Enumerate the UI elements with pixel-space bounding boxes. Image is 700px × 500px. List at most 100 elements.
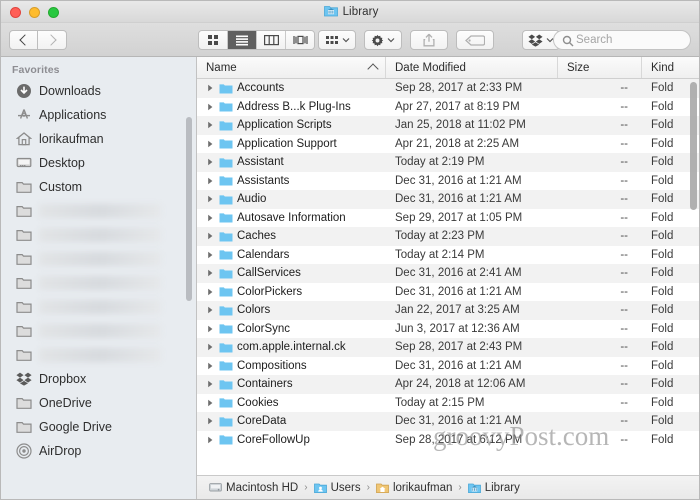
file-name-label: Autosave Information [237, 211, 346, 224]
table-row[interactable]: Containers Apr 24, 2018 at 12:06 AM -- Fold [197, 375, 699, 394]
table-row[interactable]: Assistant Today at 2:19 PM -- Fold [197, 153, 699, 172]
file-date-cell: Dec 31, 2016 at 1:21 AM [395, 193, 522, 206]
sidebar-item-redacted[interactable] [1, 199, 196, 223]
icon-view-button[interactable] [199, 31, 228, 49]
sidebar-item-redacted[interactable] [1, 295, 196, 319]
table-row[interactable]: Colors Jan 22, 2017 at 3:25 AM -- Fold [197, 301, 699, 320]
sidebar-item-label: Custom [39, 180, 83, 194]
table-row[interactable]: Assistants Dec 31, 2016 at 1:21 AM -- Fold [197, 171, 699, 190]
disclosure-icon[interactable] [206, 195, 215, 203]
forward-button[interactable] [38, 30, 67, 50]
file-folder-icon [219, 397, 233, 408]
disclosure-icon[interactable] [206, 436, 215, 444]
sidebar-section-favorites: Favorites [12, 64, 60, 76]
disclosure-icon[interactable] [206, 214, 215, 222]
action-button[interactable] [364, 30, 402, 50]
breadcrumb-macintosh-hd[interactable]: Macintosh HD [209, 482, 298, 494]
column-header-size[interactable]: Size [558, 57, 642, 78]
table-row[interactable]: Application Scripts Jan 25, 2018 at 11:02… [197, 116, 699, 135]
sidebar-item-google-drive[interactable]: Google Drive [1, 415, 196, 439]
table-row[interactable]: Compositions Dec 31, 2016 at 1:21 AM -- Fol… [197, 356, 699, 375]
file-name-label: Application Support [237, 137, 337, 150]
disclosure-icon[interactable] [206, 269, 215, 277]
sidebar-item-desktop[interactable]: Desktop [1, 151, 196, 175]
redacted-label [39, 324, 161, 338]
table-row[interactable]: Autosave Information Sep 29, 2017 at 1:05… [197, 208, 699, 227]
file-size-cell: -- [620, 267, 628, 280]
sidebar-item-label: AirDrop [39, 444, 82, 458]
table-row[interactable]: Cookies Today at 2:15 PM -- Fold [197, 393, 699, 412]
file-rows: Accounts Sep 28, 2017 at 2:33 PM -- Fold Add… [197, 79, 699, 479]
sidebar-item-downloads[interactable]: Downloads [1, 79, 196, 103]
sidebar-item-airdrop[interactable]: AirDrop [1, 439, 196, 463]
table-row[interactable]: Audio Dec 31, 2016 at 1:21 AM -- Fold [197, 190, 699, 209]
table-row[interactable]: Accounts Sep 28, 2017 at 2:33 PM -- Fold [197, 79, 699, 98]
disclosure-icon[interactable] [206, 306, 215, 314]
share-button[interactable] [410, 30, 448, 50]
disclosure-icon[interactable] [206, 121, 215, 129]
column-header-date-modified[interactable]: Date Modified [386, 57, 558, 78]
table-row[interactable]: CoreData Dec 31, 2016 at 1:21 AM -- Fold [197, 412, 699, 431]
table-row[interactable]: Caches Today at 2:23 PM -- Fold [197, 227, 699, 246]
table-row[interactable]: CallServices Dec 31, 2016 at 2:41 AM -- Fol… [197, 264, 699, 283]
column-view-button[interactable] [257, 31, 286, 49]
table-row[interactable]: Application Support Apr 21, 2018 at 2:25 … [197, 134, 699, 153]
sidebar-item-custom[interactable]: Custom [1, 175, 196, 199]
back-button[interactable] [9, 30, 38, 50]
disclosure-icon[interactable] [206, 177, 215, 185]
title-bar: Library [1, 1, 699, 23]
arrange-icon [325, 35, 338, 44]
vertical-scrollbar[interactable] [690, 82, 697, 210]
sidebar-item-label: OneDrive [39, 396, 92, 410]
sidebar-item-redacted[interactable] [1, 223, 196, 247]
gallery-view-button[interactable] [286, 31, 314, 49]
disclosure-icon[interactable] [206, 288, 215, 296]
file-name-label: ColorSync [237, 322, 291, 335]
table-row[interactable]: Address B...k Plug-Ins Apr 27, 2017 at 8:… [197, 97, 699, 116]
sidebar-item-applications[interactable]: Applications [1, 103, 196, 127]
breadcrumb-library[interactable]: Library [467, 482, 520, 494]
table-row[interactable]: Calendars Today at 2:14 PM -- Fold [197, 245, 699, 264]
disclosure-icon[interactable] [206, 343, 215, 351]
table-row[interactable]: CoreFollowUp Sep 28, 2017 at 6:12 PM -- Fol… [197, 430, 699, 449]
disclosure-icon[interactable] [206, 325, 215, 333]
disclosure-icon[interactable] [206, 251, 215, 259]
disclosure-icon[interactable] [206, 140, 215, 148]
breadcrumb-lorikaufman[interactable]: lorikaufman [376, 482, 452, 494]
arrange-button[interactable] [318, 30, 356, 50]
disclosure-icon[interactable] [206, 380, 215, 388]
disclosure-icon[interactable] [206, 399, 215, 407]
file-date-cell: Dec 31, 2016 at 1:21 AM [395, 359, 522, 372]
file-folder-icon [219, 434, 233, 445]
disclosure-icon[interactable] [206, 362, 215, 370]
disclosure-icon[interactable] [206, 417, 215, 425]
file-folder-icon [219, 249, 233, 260]
column-header-kind[interactable]: Kind [642, 57, 699, 78]
sidebar-item-dropbox[interactable]: Dropbox [1, 367, 196, 391]
table-row[interactable]: ColorSync Jun 3, 2017 at 12:36 AM -- Fold [197, 319, 699, 338]
table-row[interactable]: com.apple.internal.ck Sep 28, 2017 at 2:4… [197, 338, 699, 357]
tags-button[interactable] [456, 30, 494, 50]
sidebar-item-redacted[interactable] [1, 271, 196, 295]
breadcrumb-label: Macintosh HD [226, 481, 299, 494]
sidebar-item-onedrive[interactable]: OneDrive [1, 391, 196, 415]
column-headers: Name Date Modified Size Kind [197, 57, 699, 79]
search-field[interactable]: Search [553, 30, 691, 50]
file-size-cell: -- [620, 100, 628, 113]
disclosure-icon[interactable] [206, 103, 215, 111]
sidebar-item-redacted[interactable] [1, 247, 196, 271]
sidebar-item-redacted[interactable] [1, 319, 196, 343]
disclosure-icon[interactable] [206, 232, 215, 240]
sidebar-item-lorikaufman[interactable]: lorikaufman [1, 127, 196, 151]
sidebar-scrollbar[interactable] [186, 117, 192, 301]
sidebar-item-redacted[interactable] [1, 343, 196, 367]
breadcrumb-users[interactable]: Users [313, 482, 361, 494]
disclosure-icon[interactable] [206, 84, 215, 92]
column-header-name[interactable]: Name [197, 57, 386, 78]
disclosure-icon[interactable] [206, 158, 215, 166]
list-view-button[interactable] [228, 31, 257, 49]
table-row[interactable]: ColorPickers Dec 31, 2016 at 1:21 AM -- Fol… [197, 282, 699, 301]
grid-icon [208, 35, 218, 45]
chevron-right-icon [45, 34, 57, 46]
file-size-cell: -- [620, 82, 628, 95]
